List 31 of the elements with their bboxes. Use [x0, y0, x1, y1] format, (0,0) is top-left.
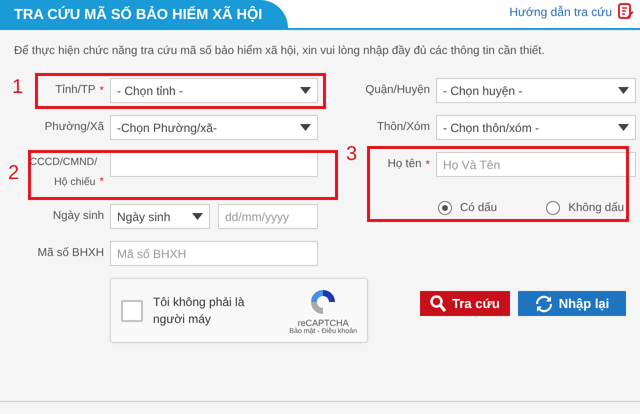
field-label: Tỉnh/TP	[55, 83, 96, 98]
annotation-number: 2	[8, 162, 20, 185]
field-label: Thôn/Xóm	[376, 120, 430, 135]
select-field[interactable]: - Chọn tỉnh -	[110, 78, 318, 103]
search-button[interactable]: Tra cứu	[420, 291, 510, 316]
field-label: Họ tên	[388, 157, 422, 172]
required-mark: *	[426, 158, 430, 173]
intro-text: Để thực hiện chức năng tra cứu mã số bảo hiểm xã hội, xin vui lòng nhập đầy đủ các thông tin cần thiết.	[13, 44, 546, 59]
text-field[interactable]: Họ Và Tên	[436, 152, 636, 177]
radio-option[interactable]: Có dấu	[438, 201, 498, 215]
select-field[interactable]: -Chọn Phường/xã-	[110, 115, 318, 140]
page-title: TRA CỨU MÃ SỐ BẢO HIỂM XÃ HỘI	[0, 0, 288, 30]
required-mark: *	[100, 175, 104, 190]
select-field[interactable]: - Chọn thôn/xóm -	[436, 115, 636, 140]
captcha-label: Tôi không phải là người máy	[153, 294, 246, 328]
field-label: Quận/Huyện	[365, 83, 430, 98]
field-label: Mã số BHXH	[38, 246, 104, 261]
help-link[interactable]: Hướng dẫn tra cứu	[509, 3, 640, 28]
annotation-number: 3	[346, 143, 358, 166]
select-field[interactable]: Ngày sinh	[110, 204, 210, 229]
required-mark: *	[100, 84, 104, 99]
field-label: Ngày sinh	[52, 209, 104, 224]
field-label: CCCD/CMND/ Hộ chiếu	[30, 155, 96, 190]
field-label: Phường/Xã	[44, 120, 104, 135]
reset-button[interactable]: Nhập lại	[518, 291, 626, 316]
text-field[interactable]: Mã số BHXH	[110, 241, 318, 266]
date-field[interactable]: dd/mm/yyyy	[218, 204, 318, 229]
select-field[interactable]: - Chọn huyện -	[436, 78, 636, 103]
radio-option[interactable]: Không dấu	[546, 201, 624, 215]
annotation-number: 1	[12, 76, 24, 99]
captcha-brand: reCAPTCHA	[298, 318, 349, 328]
